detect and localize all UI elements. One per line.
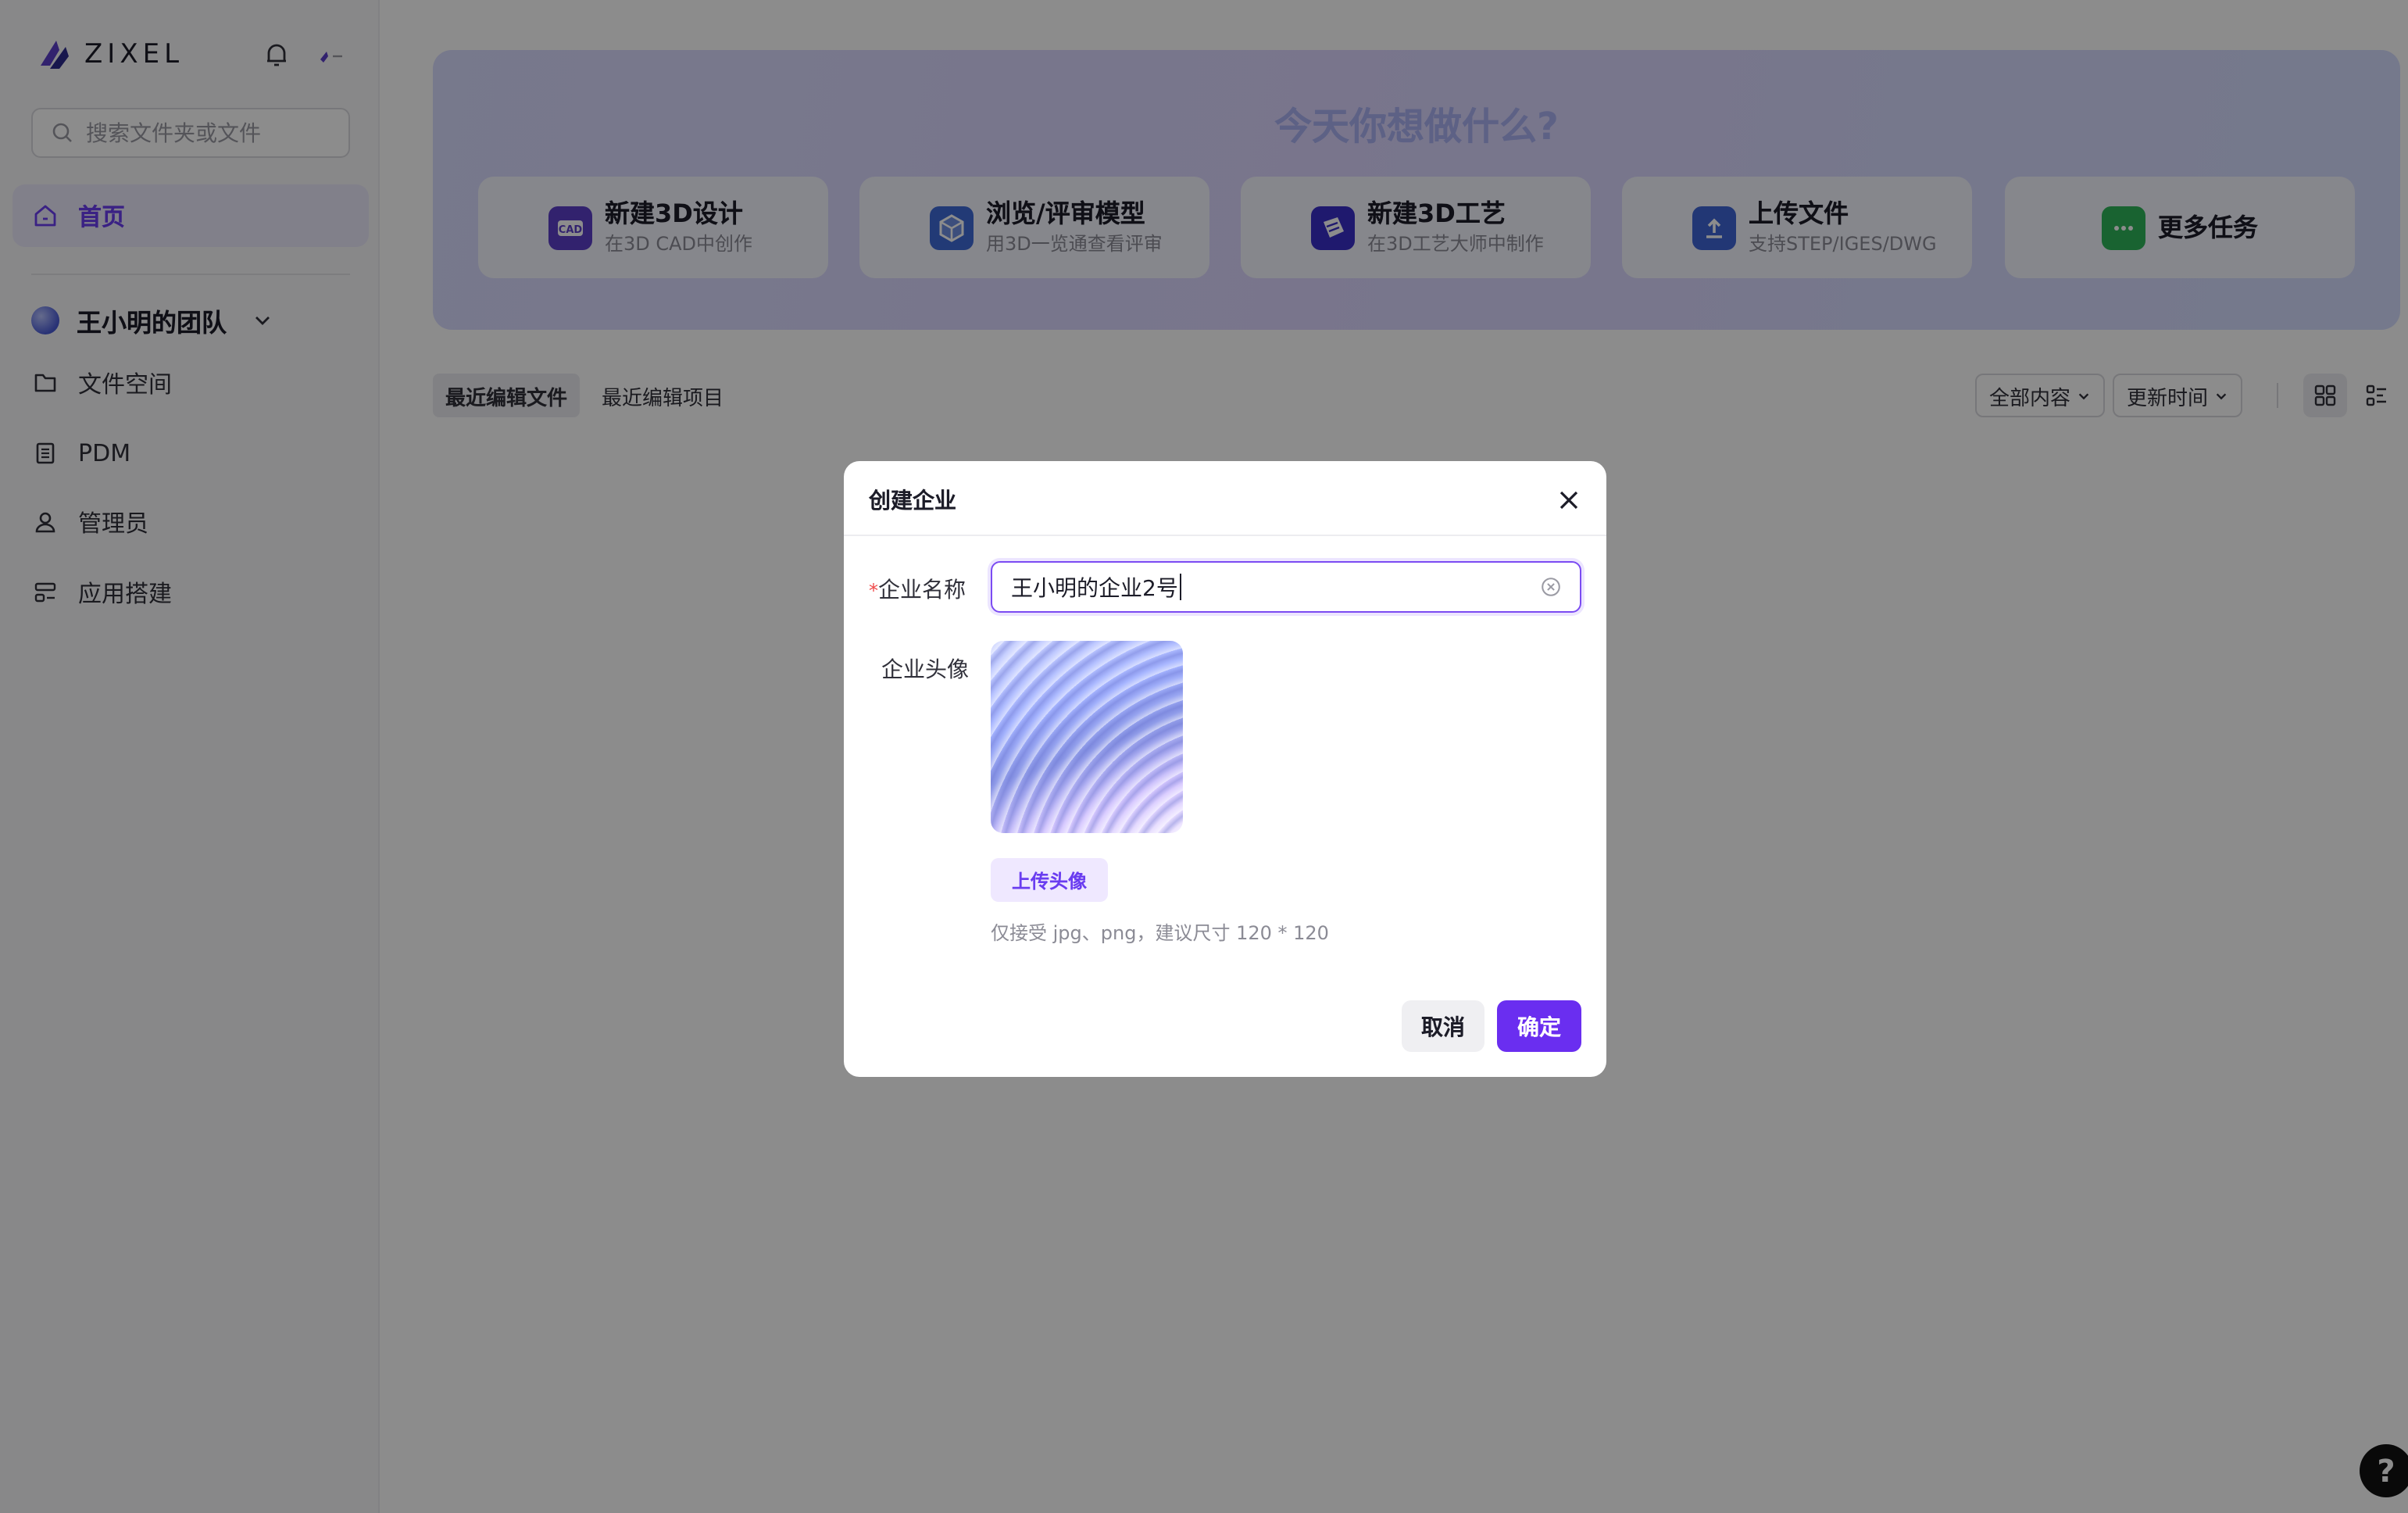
enterprise-name-input[interactable]: 王小明的企业2号 (991, 561, 1581, 613)
upload-avatar-button[interactable]: 上传头像 (991, 858, 1108, 902)
enterprise-name-value: 王小明的企业2号 (1011, 576, 1178, 601)
enterprise-avatar-label: 企业头像 (881, 658, 969, 683)
required-mark: * (869, 580, 878, 602)
clear-input-icon[interactable] (1541, 577, 1561, 597)
enterprise-name-label-text: 企业名称 (878, 578, 966, 603)
enterprise-name-label: *企业名称 (869, 574, 966, 605)
text-caret (1179, 574, 1181, 600)
cancel-button[interactable]: 取消 (1402, 1000, 1484, 1052)
upload-hint: 仅接受 jpg、png，建议尺寸 120 * 120 (991, 922, 1329, 944)
dialog-divider (844, 535, 1606, 536)
dialog-title: 创建企业 (869, 489, 956, 514)
enterprise-avatar-preview (991, 641, 1183, 833)
confirm-button[interactable]: 确定 (1497, 1000, 1581, 1052)
close-icon[interactable] (1556, 488, 1581, 513)
create-enterprise-dialog: 创建企业 *企业名称 王小明的企业2号 企业头像 上传头像 仅接受 jpg、pn… (844, 461, 1606, 1077)
